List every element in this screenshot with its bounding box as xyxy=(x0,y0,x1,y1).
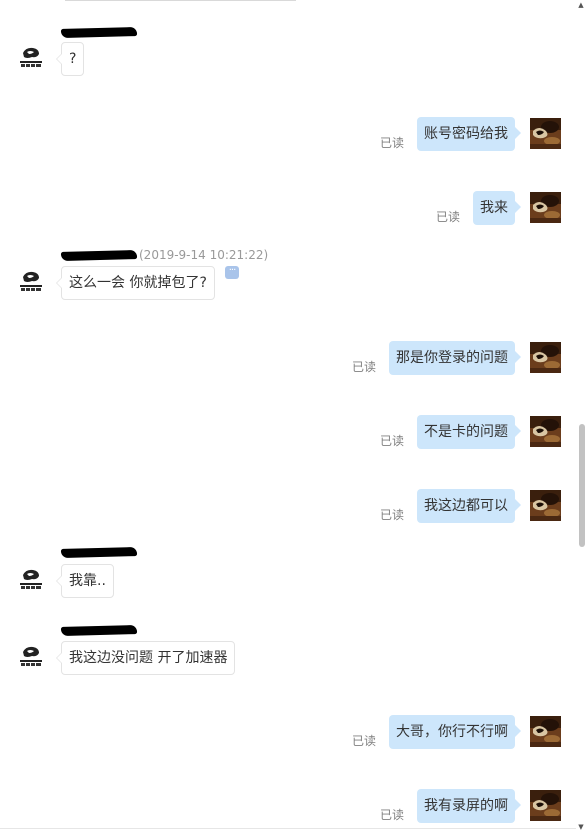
photo-avatar-icon[interactable] xyxy=(530,716,561,747)
message-header xyxy=(60,24,139,40)
redacted-sender-name xyxy=(60,27,138,38)
read-status: 已读 xyxy=(380,808,405,822)
read-status: 已读 xyxy=(380,434,405,448)
photo-avatar-icon[interactable] xyxy=(530,790,561,821)
read-status: 已读 xyxy=(436,210,461,224)
message-header xyxy=(60,622,139,638)
redacted-sender-name xyxy=(60,625,138,636)
message-bubble[interactable]: ? xyxy=(55,42,85,76)
game-logo-avatar-icon[interactable] xyxy=(18,45,44,71)
message-bubble[interactable]: 账号密码给我 xyxy=(417,117,521,151)
read-status: 已读 xyxy=(352,734,377,748)
game-logo-avatar-icon[interactable] xyxy=(18,644,44,670)
photo-avatar-icon[interactable] xyxy=(530,342,561,373)
scrollbar-track[interactable] xyxy=(576,0,586,833)
chat-window: ? 账号密码给我 已读 我来 已读 (2019-9-14 10:21:22) 这… xyxy=(0,0,586,833)
message-bubble[interactable]: 那是你登录的问题 xyxy=(389,341,521,375)
game-logo-avatar-icon[interactable] xyxy=(18,567,44,593)
message-bubble[interactable]: 大哥，你行不行啊 xyxy=(389,715,521,749)
top-divider xyxy=(65,0,296,1)
read-status: 已读 xyxy=(380,136,405,150)
photo-avatar-icon[interactable] xyxy=(530,118,561,149)
redacted-sender-name xyxy=(60,547,138,558)
scroll-down-arrow-icon[interactable]: ▼ xyxy=(577,824,585,831)
read-status: 已读 xyxy=(352,360,377,374)
redacted-sender-name xyxy=(60,250,138,261)
message-timestamp: (2019-9-14 10:21:22) xyxy=(139,248,269,262)
message-bubble[interactable]: 我这边都可以 xyxy=(417,489,521,523)
scrollbar-thumb[interactable] xyxy=(579,424,585,547)
message-bubble[interactable]: 这么一会 你就掉包了? xyxy=(56,266,215,300)
read-status: 已读 xyxy=(380,508,405,522)
message-bubble[interactable]: 不是卡的问题 xyxy=(417,415,521,449)
photo-avatar-icon[interactable] xyxy=(530,490,561,521)
bottom-divider xyxy=(0,828,576,829)
message-bubble[interactable]: 我有录屏的啊 xyxy=(417,789,521,823)
message-bubble[interactable]: 我这边没问题 开了加速器 xyxy=(55,641,236,675)
scroll-up-arrow-icon[interactable]: ▲ xyxy=(577,2,585,9)
message-header xyxy=(60,544,139,560)
message-bubble[interactable]: 我靠.. xyxy=(56,564,114,598)
game-logo-avatar-icon[interactable] xyxy=(18,269,44,295)
photo-avatar-icon[interactable] xyxy=(530,416,561,447)
photo-avatar-icon[interactable] xyxy=(530,192,561,223)
message-header: (2019-9-14 10:21:22) xyxy=(60,247,269,263)
more-icon[interactable]: ··· xyxy=(225,266,239,279)
message-bubble[interactable]: 我来 xyxy=(473,191,521,225)
